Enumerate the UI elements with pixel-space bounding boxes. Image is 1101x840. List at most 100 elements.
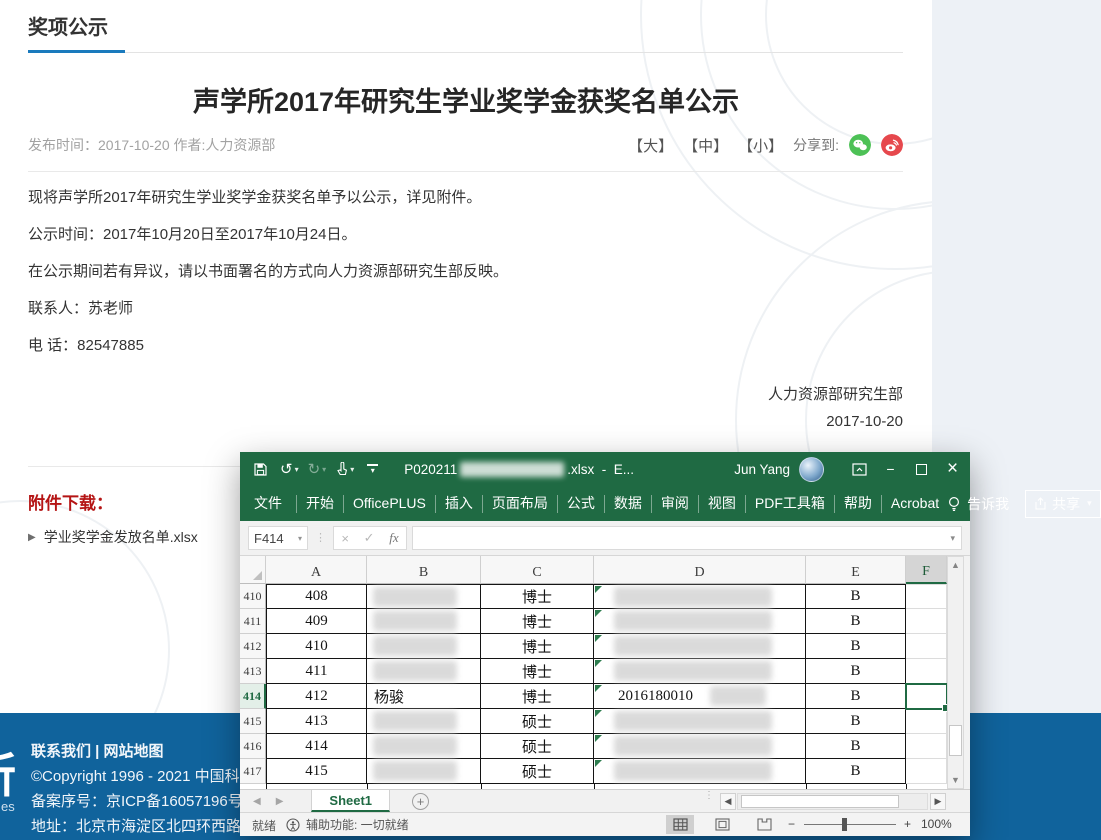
cell-C417[interactable]: 硕士	[481, 759, 594, 784]
zoom-out-button[interactable]: −	[788, 817, 795, 831]
cell-F415[interactable]	[906, 709, 947, 734]
cell-E413[interactable]: B	[806, 659, 906, 684]
ribbon-tab-0[interactable]: 文件	[240, 486, 296, 521]
font-size-option-large[interactable]: 【大】	[628, 135, 673, 156]
tabbar-splitter[interactable]: ⋮	[704, 793, 714, 798]
cell-B412[interactable]	[367, 634, 481, 659]
scroll-right-icon[interactable]: ▶	[930, 793, 946, 810]
cell-E417[interactable]: B	[806, 759, 906, 784]
undo-button[interactable]: ↺▾	[280, 460, 299, 478]
prev-sheet-icon[interactable]: ◀	[253, 796, 261, 807]
cell-B415[interactable]	[367, 709, 481, 734]
horizontal-scroll-track[interactable]	[737, 793, 928, 810]
horizontal-scrollbar[interactable]: ◀ ▶	[720, 793, 964, 810]
formula-bar-expand-icon[interactable]: ▾	[950, 533, 955, 544]
page-layout-view-button[interactable]	[708, 815, 736, 834]
row-header-412[interactable]: 412	[240, 634, 266, 659]
cell-C410[interactable]: 博士	[481, 584, 594, 609]
cell-B413[interactable]	[367, 659, 481, 684]
ribbon-tab-5[interactable]: 公式	[558, 486, 604, 521]
ribbon-tab-2[interactable]: OfficePLUS	[344, 486, 435, 521]
cell-E414[interactable]: B	[806, 684, 906, 709]
cell-A417[interactable]: 415	[266, 759, 367, 784]
cell-F416[interactable]	[906, 734, 947, 759]
cell-E412[interactable]: B	[806, 634, 906, 659]
cell-D416[interactable]	[594, 734, 806, 759]
cell-B410[interactable]	[367, 584, 481, 609]
cell-E410[interactable]: B	[806, 584, 906, 609]
cell-B416[interactable]	[367, 734, 481, 759]
row-header-410[interactable]: 410	[240, 584, 266, 609]
row-header-413[interactable]: 413	[240, 659, 266, 684]
cell-C414[interactable]: 博士	[481, 684, 594, 709]
insert-function-button[interactable]: fx	[389, 530, 398, 546]
column-header-C[interactable]: C	[481, 556, 594, 584]
redo-button[interactable]: ↻▾	[308, 460, 327, 478]
ribbon-tab-7[interactable]: 审阅	[652, 486, 698, 521]
cell-A415[interactable]: 413	[266, 709, 367, 734]
cell-D417[interactable]	[594, 759, 806, 784]
ribbon-tab-4[interactable]: 页面布局	[483, 486, 557, 521]
vertical-scrollbar[interactable]: ▲ ▼	[947, 556, 964, 789]
attachment-link[interactable]: 学业奖学金发放名单.xlsx	[44, 527, 198, 547]
ribbon-tab-3[interactable]: 插入	[436, 486, 482, 521]
footer-nav-links[interactable]: 联系我们 | 网站地图	[31, 743, 258, 760]
zoom-slider-handle[interactable]	[842, 818, 847, 831]
tell-me-control[interactable]: 告诉我	[948, 494, 1009, 514]
next-sheet-icon[interactable]: ▶	[276, 796, 284, 807]
column-header-B[interactable]: B	[367, 556, 481, 584]
touch-mode-button[interactable]: ▾	[336, 462, 354, 476]
cell-B411[interactable]	[367, 609, 481, 634]
scroll-up-icon[interactable]: ▲	[948, 557, 963, 573]
minimize-button[interactable]: −	[875, 452, 906, 486]
row-header-411[interactable]: 411	[240, 609, 266, 634]
cell-C415[interactable]: 硕士	[481, 709, 594, 734]
maximize-button[interactable]	[906, 452, 937, 486]
row-header-414[interactable]: 414	[240, 684, 266, 709]
cell-C411[interactable]: 博士	[481, 609, 594, 634]
column-header-E[interactable]: E	[806, 556, 906, 584]
ribbon-tab-6[interactable]: 数据	[605, 486, 651, 521]
ribbon-tab-10[interactable]: 帮助	[835, 486, 881, 521]
ribbon-display-options-button[interactable]	[844, 452, 875, 486]
cell-B417[interactable]	[367, 759, 481, 784]
cell-D414[interactable]: 2016180010	[594, 684, 806, 709]
cell-B414[interactable]: 杨骏	[367, 684, 481, 709]
cancel-entry-button[interactable]: ×	[341, 531, 349, 546]
wechat-share-icon[interactable]	[849, 134, 871, 156]
confirm-entry-button[interactable]: ✓	[364, 530, 375, 546]
cell-D411[interactable]	[594, 609, 806, 634]
cell-D413[interactable]	[594, 659, 806, 684]
zoom-level[interactable]: 100%	[921, 817, 952, 831]
ribbon-tab-11[interactable]: Acrobat	[882, 486, 948, 521]
cell-D410[interactable]	[594, 584, 806, 609]
horizontal-scroll-thumb[interactable]	[741, 795, 899, 808]
quick-access-customize-button[interactable]: ▾	[367, 464, 378, 475]
formula-bar-splitter[interactable]: ⋮	[315, 534, 326, 543]
cell-A410[interactable]: 408	[266, 584, 367, 609]
cell-F413[interactable]	[906, 659, 947, 684]
normal-view-button[interactable]	[666, 815, 694, 834]
weibo-share-icon[interactable]	[881, 134, 903, 156]
name-box[interactable]: F414▾	[248, 526, 308, 550]
column-header-F[interactable]: F	[906, 556, 947, 584]
cell-C416[interactable]: 硕士	[481, 734, 594, 759]
font-size-option-small[interactable]: 【小】	[738, 135, 783, 156]
account-avatar[interactable]	[799, 457, 824, 482]
ribbon-tab-8[interactable]: 视图	[699, 486, 745, 521]
select-all-corner[interactable]	[240, 556, 266, 584]
name-box-dropdown-icon[interactable]: ▾	[298, 534, 302, 543]
formula-bar-input[interactable]: ▾	[412, 526, 962, 550]
cell-D412[interactable]	[594, 634, 806, 659]
column-header-A[interactable]: A	[266, 556, 367, 584]
scroll-left-icon[interactable]: ◀	[720, 793, 736, 810]
zoom-slider-track[interactable]	[804, 824, 896, 825]
row-header-417[interactable]: 417	[240, 759, 266, 784]
cell-F411[interactable]	[906, 609, 947, 634]
cell-F414[interactable]	[906, 684, 947, 709]
scroll-down-icon[interactable]: ▼	[948, 772, 963, 788]
cell-C413[interactable]: 博士	[481, 659, 594, 684]
cell-A413[interactable]: 411	[266, 659, 367, 684]
cell-E411[interactable]: B	[806, 609, 906, 634]
close-button[interactable]: ×	[937, 452, 968, 486]
